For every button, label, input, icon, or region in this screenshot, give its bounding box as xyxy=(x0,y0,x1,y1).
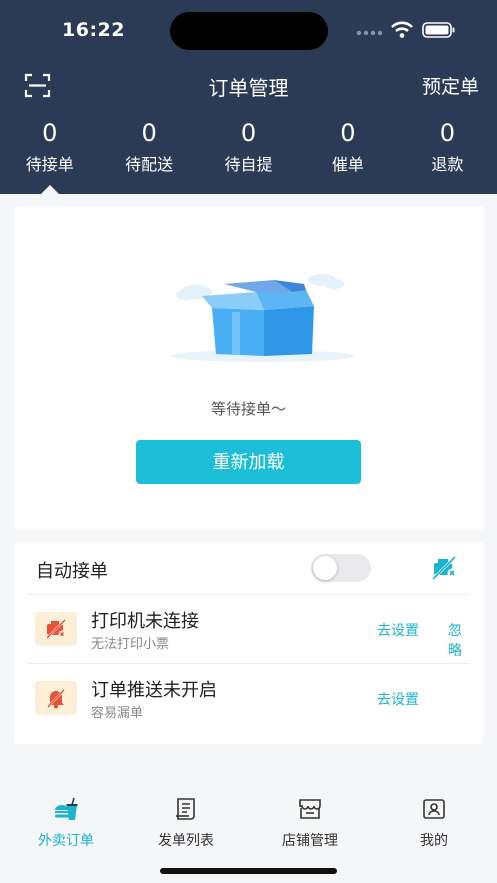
nav-bar: 订单管理 预定单 xyxy=(0,62,497,108)
bottom-tab-bar: 外卖订单 发单列表 店铺管理 我的 xyxy=(0,782,497,883)
reservation-orders-button[interactable]: 预定单 xyxy=(422,72,479,99)
store-icon xyxy=(299,799,321,819)
reload-button[interactable]: 重新加载 xyxy=(136,440,361,484)
stat-count: 0 xyxy=(141,119,157,147)
empty-state-card: 等待接单～ 重新加载 xyxy=(14,206,483,530)
list-icon xyxy=(176,798,195,820)
battery-icon xyxy=(422,22,455,38)
push-settings-link[interactable]: 去设置 xyxy=(377,689,419,709)
notice-title: 打印机未连接 xyxy=(91,611,199,632)
status-time: 16:22 xyxy=(62,19,125,41)
home-indicator xyxy=(160,868,337,874)
stat-count: 0 xyxy=(340,119,356,147)
auto-accept-toggle[interactable] xyxy=(311,554,371,582)
printer-off-icon[interactable] xyxy=(431,555,457,581)
stat-label: 催单 xyxy=(331,155,364,174)
notice-icon-box xyxy=(35,681,77,715)
tab-takeout-orders[interactable]: 外卖订单 xyxy=(4,796,128,850)
tab-pending-pickup[interactable]: 0 待自提 xyxy=(199,118,298,194)
tab-profile[interactable]: 我的 xyxy=(372,796,496,850)
push-notice-row: 订单推送未开启 容易漏单 去设置 xyxy=(27,663,470,731)
notice-subtitle: 容易漏单 xyxy=(91,706,144,721)
empty-state-text: 等待接单～ xyxy=(210,400,286,418)
settings-card: 自动接单 打印机未连接 无法打印小票 去设置 忽略 订单推送未开启 容易漏单 去… xyxy=(14,542,483,744)
signal-icon xyxy=(356,30,382,36)
header: 16:22 订单管理 预定单 0 待接单 0 待配送 0 待自提 0 催单 0 … xyxy=(0,0,497,194)
notice-icon-box xyxy=(35,612,77,646)
stat-count: 0 xyxy=(240,119,257,147)
stat-label: 退款 xyxy=(431,155,464,174)
auto-accept-label: 自动接单 xyxy=(36,561,108,582)
ignore-link[interactable]: 忽略 xyxy=(448,620,470,660)
tab-reminders[interactable]: 0 催单 xyxy=(298,118,397,194)
profile-icon xyxy=(423,799,445,819)
auto-accept-row: 自动接单 xyxy=(14,542,483,594)
toggle-knob xyxy=(313,556,337,580)
tab-store-management[interactable]: 店铺管理 xyxy=(248,796,372,850)
stat-label: 待接单 xyxy=(25,155,74,174)
tab-dispatch-list[interactable]: 发单列表 xyxy=(124,796,248,850)
status-bar: 16:22 xyxy=(0,0,497,60)
tab-pending-delivery[interactable]: 0 待配送 xyxy=(99,118,198,194)
printer-notice-row: 打印机未连接 无法打印小票 去设置 忽略 xyxy=(27,594,470,662)
active-indicator xyxy=(40,185,59,194)
printer-off-icon xyxy=(46,619,66,639)
stat-label: 待自提 xyxy=(224,155,273,174)
empty-box-icon xyxy=(170,274,354,362)
tab-refunds[interactable]: 0 退款 xyxy=(398,118,497,194)
tab-pending-accept[interactable]: 0 待接单 xyxy=(0,118,99,194)
stat-count: 0 xyxy=(42,119,58,147)
tab-label: 店铺管理 xyxy=(282,833,338,849)
printer-settings-link[interactable]: 去设置 xyxy=(377,620,419,640)
stat-label: 待配送 xyxy=(125,155,174,174)
notice-title: 订单推送未开启 xyxy=(91,680,217,701)
dynamic-island xyxy=(170,12,328,50)
takeout-icon xyxy=(55,797,78,820)
notice-subtitle: 无法打印小票 xyxy=(91,637,170,652)
bell-off-icon xyxy=(47,689,65,709)
order-status-tabs: 0 待接单 0 待配送 0 待自提 0 催单 0 退款 xyxy=(0,118,497,194)
stat-count: 0 xyxy=(439,119,455,147)
tab-label: 外卖订单 xyxy=(38,833,94,849)
wifi-icon xyxy=(391,21,413,38)
tab-label: 发单列表 xyxy=(158,833,214,849)
tab-label: 我的 xyxy=(420,833,448,849)
